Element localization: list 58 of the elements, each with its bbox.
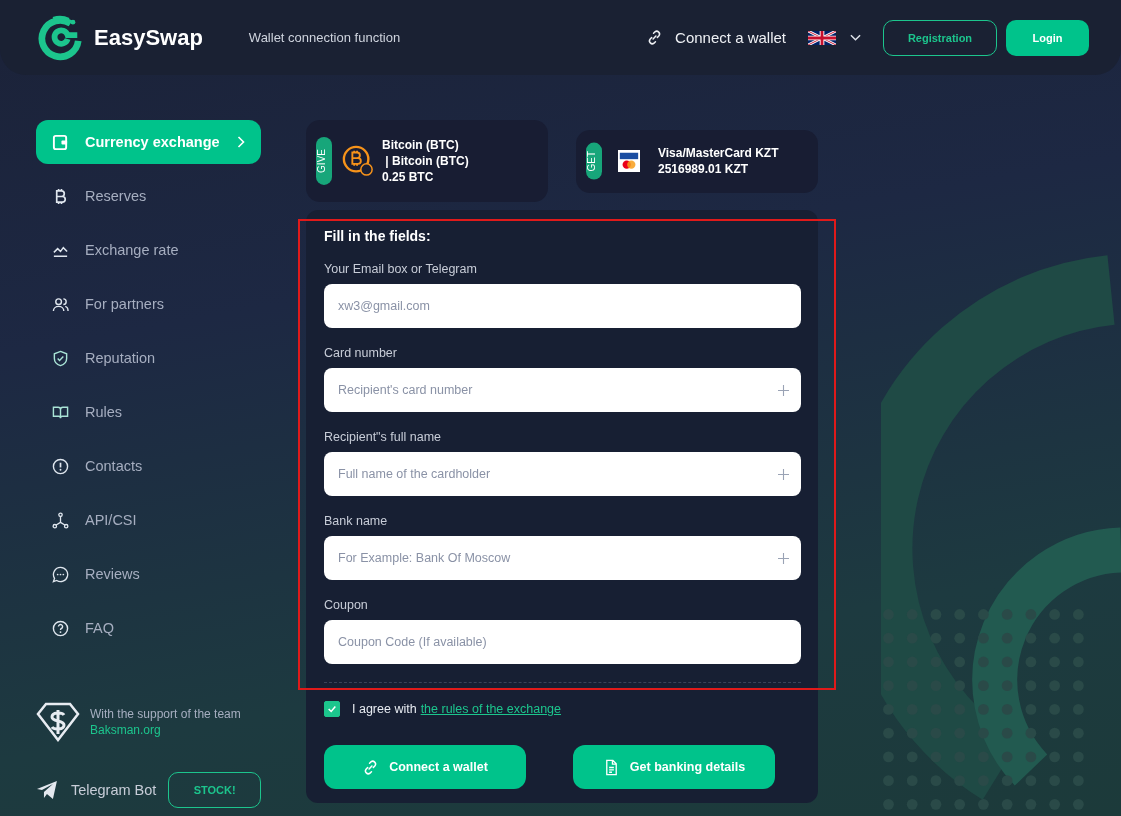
paper-plane-icon [36,780,58,800]
field-label: Your Email box or Telegram [324,262,478,276]
sidebar-item[interactable]: Reserves [36,174,261,218]
currency-text: 2516989.01 KZT [658,162,750,176]
direction-badge: GET [586,142,602,180]
flag-icon [808,30,836,45]
input-field[interactable]: Coupon Code (If available) [324,620,801,664]
sidebar-item[interactable]: Reviews [36,552,261,596]
field-label: Card number [324,346,398,360]
telegram-bot-label: Telegram Bot [70,782,157,798]
currency-text: | Bitcoin (BTC) [384,154,469,168]
sidebar-item[interactable]: Reputation [36,336,261,380]
connect-wallet-link[interactable]: Connect a wallet [646,29,786,46]
bitcoin-coin-icon [342,145,374,177]
payment-card-icon [618,150,640,172]
check-icon [327,704,337,714]
plus-icon [778,385,789,396]
page-subtitle: Wallet connection function [248,30,401,45]
agree-checkbox[interactable] [324,701,340,717]
network-icon [52,511,69,529]
sidebar-item[interactable]: API/CSI [36,498,261,542]
field-label: Coupon [324,598,369,612]
shield-icon [52,349,69,367]
input-field[interactable]: For Example: Bank Of Moscow [324,536,801,580]
sidebar-item[interactable]: Exchange rate [36,228,261,272]
sidebar-item[interactable]: For partners [36,282,261,326]
question-icon [52,619,69,637]
chat-icon [52,565,69,583]
input-field[interactable]: Recipient's card number [324,368,801,412]
plus-icon [778,553,789,564]
support-text: With the support of the team [90,707,241,721]
registration-button[interactable]: Registration [883,19,997,56]
stock-button[interactable]: STOCK! [168,772,261,808]
currency-text: 0.25 BTC [382,170,435,184]
agree-text: I agree with [352,702,417,716]
field-label: Recipient"s full name [324,430,442,444]
sidebar-item[interactable]: Contacts [36,444,261,488]
sidebar-item[interactable]: FAQ [36,606,261,650]
input-field[interactable]: xw3@gmail.com [324,284,801,328]
language-selector[interactable] [808,30,861,45]
input-field[interactable]: Full name of the cardholder [324,452,801,496]
currency-text: Visa/MasterCard KZT [658,146,779,160]
alert-icon [52,457,69,475]
rules-link[interactable]: the rules of the exchange [420,702,561,716]
currency-text: Bitcoin (BTC) [382,138,460,152]
chevron-right-icon [237,136,245,148]
logo-icon [36,13,84,62]
brand-name: EasySwap [94,24,203,51]
field-label: Bank name [324,514,389,528]
plus-icon [778,469,789,480]
wallet-icon [52,133,69,151]
chevron-down-icon [850,33,861,42]
users-icon [52,295,69,313]
baksman-link[interactable]: Baksman.org [90,723,241,737]
direction-badge: GIVE [316,137,332,185]
sidebar-item[interactable]: Rules [36,390,261,434]
dollar-shield-icon [36,702,80,742]
form-title: Fill in the fields: [324,228,432,244]
